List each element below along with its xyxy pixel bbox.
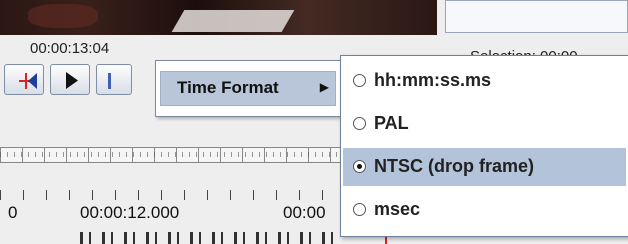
option-pal[interactable]: PAL [343,105,626,143]
time-format-menu-item[interactable]: Time Format ▶ [160,71,336,106]
option-ntsc-drop-frame[interactable]: NTSC (drop frame) [343,148,626,186]
submenu-arrow-icon: ▶ [319,80,329,94]
video-frame-detail [171,10,295,32]
option-label: PAL [374,113,409,133]
play-icon [66,72,78,89]
option-label: hh:mm:ss.ms [374,70,492,90]
go-to-start-icon [19,73,37,89]
radio-icon [353,117,366,130]
step-forward-button[interactable] [96,64,132,95]
radio-selected-icon [353,160,366,173]
option-msec[interactable]: msec [343,191,626,229]
context-menu: Time Format ▶ [155,60,341,117]
radio-icon [353,74,366,87]
time-format-submenu: hh:mm:ss.ms PAL NTSC (drop frame) msec [340,55,628,237]
audio-waveform [80,232,340,244]
play-button[interactable] [50,64,90,95]
go-to-start-button[interactable] [4,64,44,95]
time-scale-label: 00:00:12.000 [80,203,180,222]
time-scale-label: 0 [8,203,18,222]
option-label: msec [374,199,421,219]
time-scale-label: 00:00 [283,203,326,222]
timeline-ruler[interactable] [0,147,340,163]
step-forward-icon [108,73,111,89]
radio-icon [353,203,366,216]
option-hh-mm-ss-ms[interactable]: hh:mm:ss.ms [343,62,626,100]
time-scale-ticks [0,190,340,200]
option-label: NTSC (drop frame) [374,156,535,176]
time-format-label: Time Format [177,78,279,97]
video-frame-detail [28,4,98,28]
video-viewer [0,0,437,35]
current-time-label: 00:00:13:04 [30,40,110,57]
side-panel [445,0,628,33]
